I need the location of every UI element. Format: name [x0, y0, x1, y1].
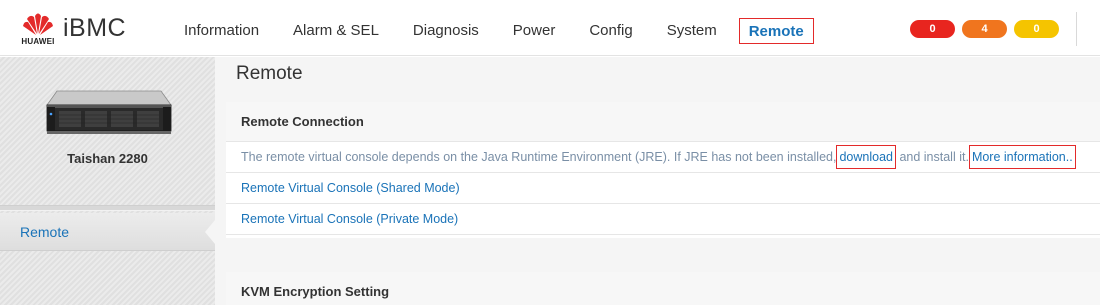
nav-information[interactable]: Information	[172, 18, 271, 44]
nav-system[interactable]: System	[655, 18, 729, 44]
sidebar-separator	[0, 205, 215, 211]
logo-text: HUAWEI	[21, 37, 55, 46]
nav-diagnosis[interactable]: Diagnosis	[401, 18, 491, 44]
alarm-badges: 0 4 0	[910, 20, 1059, 38]
nav-config[interactable]: Config	[577, 18, 644, 44]
main-content: Remote Remote Connection The remote virt…	[215, 57, 1100, 305]
shared-mode-row: Remote Virtual Console (Shared Mode)	[226, 173, 1100, 204]
remote-connection-header: Remote Connection	[226, 102, 1100, 142]
major-alarm-badge[interactable]: 4	[962, 20, 1007, 38]
kvm-encryption-panel: KVM Encryption Setting	[226, 272, 1100, 305]
huawei-flower-icon	[23, 13, 53, 35]
minor-alarm-badge[interactable]: 0	[1014, 20, 1059, 38]
critical-alarm-badge[interactable]: 0	[910, 20, 955, 38]
private-console-link[interactable]: Remote Virtual Console (Private Mode)	[241, 212, 458, 226]
server-card: Taishan 2280	[0, 57, 215, 205]
private-mode-row: Remote Virtual Console (Private Mode)	[226, 204, 1100, 235]
more-information-link[interactable]: More information..	[968, 145, 1076, 169]
active-pointer-icon	[205, 220, 215, 244]
page-title: Remote	[236, 63, 303, 84]
nav-alarm-sel[interactable]: Alarm & SEL	[281, 18, 391, 44]
sidebar: Taishan 2280 Remote	[0, 57, 215, 305]
kvm-encryption-header: KVM Encryption Setting	[226, 272, 1100, 305]
huawei-logo[interactable]: HUAWEI	[19, 10, 57, 48]
remote-connection-panel: Remote Connection The remote virtual con…	[226, 102, 1100, 238]
app-title: iBMC	[63, 14, 127, 42]
jre-info-row: The remote virtual console depends on th…	[226, 142, 1100, 173]
jre-info-mid: and install it.	[895, 150, 969, 164]
nav-remote[interactable]: Remote	[738, 18, 814, 44]
sidebar-item-remote[interactable]: Remote	[0, 213, 215, 251]
top-header: HUAWEI iBMC Information Alarm & SEL Diag…	[0, 0, 1100, 56]
header-divider	[1076, 12, 1077, 46]
main-nav: Information Alarm & SEL Diagnosis Power …	[172, 18, 824, 44]
shared-console-link[interactable]: Remote Virtual Console (Shared Mode)	[241, 181, 460, 195]
jre-info-text: The remote virtual console depends on th…	[241, 150, 837, 164]
server-name: Taishan 2280	[67, 151, 148, 166]
nav-power[interactable]: Power	[501, 18, 568, 44]
server-image	[46, 90, 172, 134]
download-link[interactable]: download	[836, 145, 896, 169]
